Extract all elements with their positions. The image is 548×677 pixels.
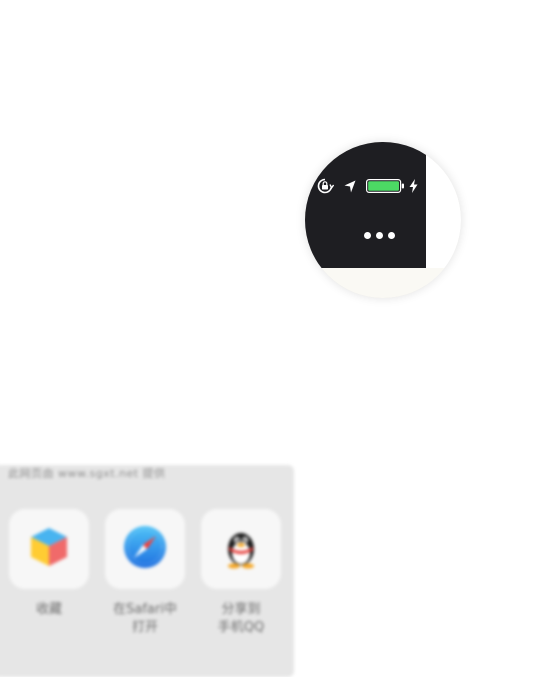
- share-item-open-in-safari[interactable]: 在Safari中 打开: [104, 509, 186, 637]
- share-item-label: 在Safari中 打开: [113, 602, 177, 635]
- content-background: [305, 268, 461, 298]
- orientation-lock-icon: [316, 178, 334, 194]
- dark-header: [305, 142, 426, 268]
- screen: 此网页由 www.sgxt.net 提供 收藏 在Safari中 打开 分享到 …: [0, 0, 548, 677]
- dot: [388, 232, 395, 239]
- more-dots-icon[interactable]: [364, 232, 395, 239]
- dot: [364, 232, 371, 239]
- share-tile[interactable]: [9, 509, 89, 589]
- share-sheet-header: 此网页由 www.sgxt.net 提供: [8, 467, 166, 480]
- battery-icon: [366, 179, 405, 193]
- qq-penguin-icon: [223, 525, 259, 573]
- safari-compass-icon: [123, 525, 167, 573]
- location-arrow-icon: [344, 180, 356, 193]
- share-sheet: 此网页由 www.sgxt.net 提供 收藏 在Safari中 打开 分享到 …: [0, 465, 294, 677]
- share-item-label: 分享到 手机QQ: [217, 602, 265, 635]
- charging-bolt-icon: [409, 179, 418, 193]
- share-item-favorite[interactable]: 收藏: [8, 509, 90, 619]
- share-item-share-to-qq[interactable]: 分享到 手机QQ: [200, 509, 282, 637]
- favorite-cube-icon: [29, 526, 69, 572]
- share-tile[interactable]: [105, 509, 185, 589]
- dot: [376, 232, 383, 239]
- share-item-label: 收藏: [35, 602, 62, 617]
- magnifier-callout: [305, 142, 461, 298]
- status-bar: [316, 178, 418, 194]
- share-tile[interactable]: [201, 509, 281, 589]
